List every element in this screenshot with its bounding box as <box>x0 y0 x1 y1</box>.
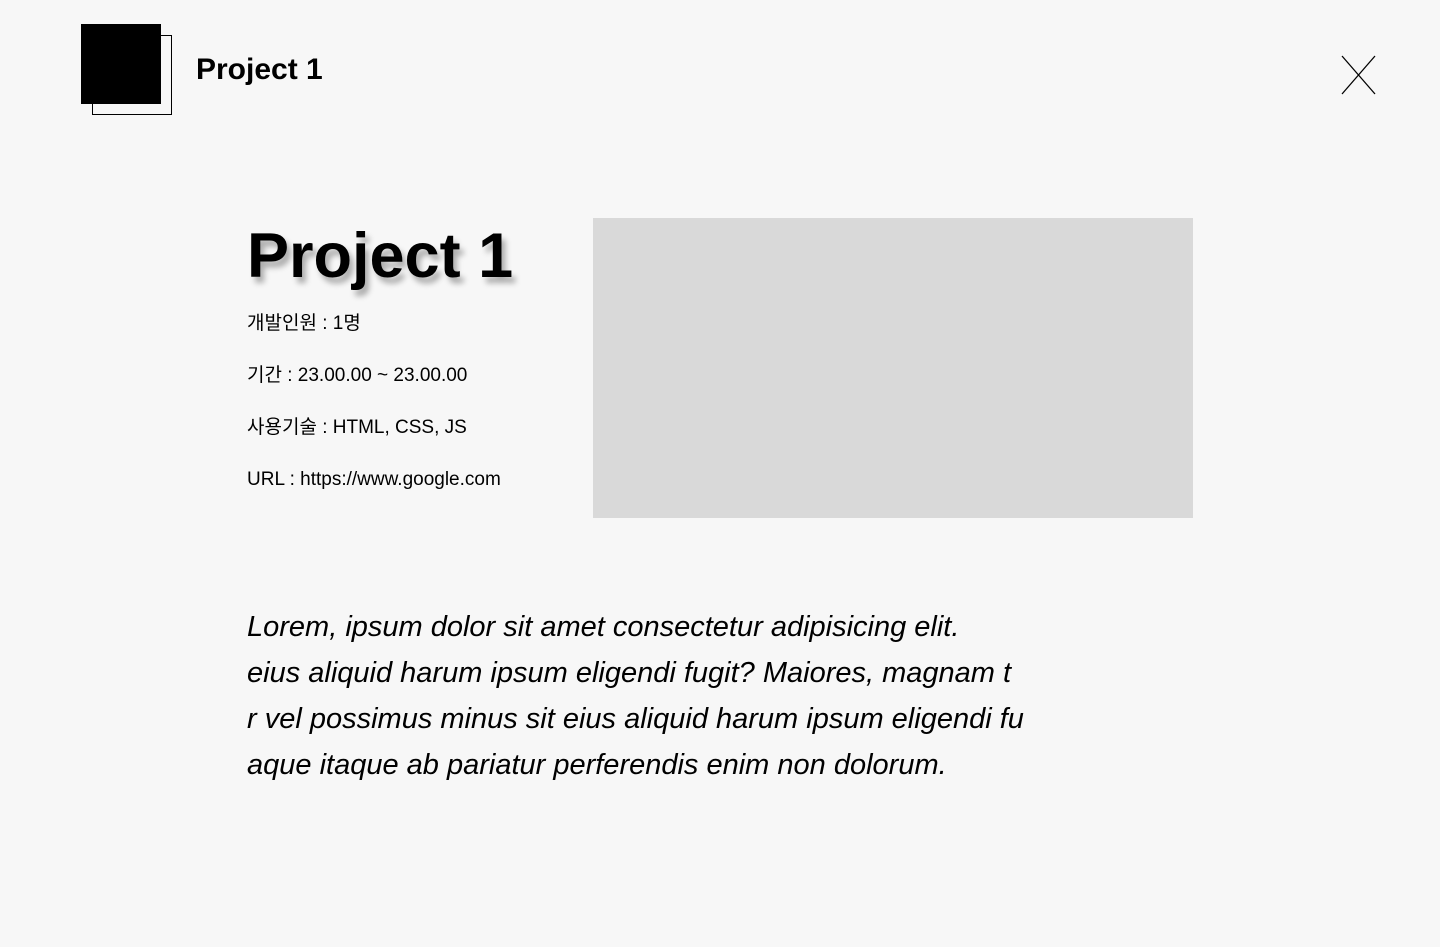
info-url-label: URL : <box>247 469 301 490</box>
description-line-3: r vel possimus minus sit eius aliquid ha… <box>247 703 1024 735</box>
project-info-list: 개발인원 : 1명 기간 : 23.00.00 ~ 23.00.00 사용기술 … <box>247 312 501 520</box>
info-stack: 사용기술 : HTML, CSS, JS <box>247 417 467 438</box>
info-url: URL : https://www.google.com <box>247 468 501 492</box>
project-preview-image <box>593 218 1193 518</box>
project-title: Project 1 <box>247 221 514 291</box>
description-line-4: aque itaque ab pariatur perferendis enim… <box>247 749 947 781</box>
logo-icon[interactable] <box>81 24 172 115</box>
project-description: Lorem, ipsum dolor sit amet consectetur … <box>247 604 1147 788</box>
logo-square <box>81 24 161 104</box>
info-period: 기간 : 23.00.00 ~ 23.00.00 <box>247 365 468 386</box>
description-line-2: eius aliquid harum ipsum eligendi fugit?… <box>247 657 1012 689</box>
header: Project 1 <box>0 0 1440 140</box>
info-members: 개발인원 : 1명 <box>247 313 361 334</box>
description-line-1: Lorem, ipsum dolor sit amet consectetur … <box>247 611 960 643</box>
close-icon <box>1341 55 1376 95</box>
close-button[interactable] <box>1338 53 1378 97</box>
header-title: Project 1 <box>196 53 323 86</box>
project-url-link[interactable]: https://www.google.com <box>300 469 501 490</box>
